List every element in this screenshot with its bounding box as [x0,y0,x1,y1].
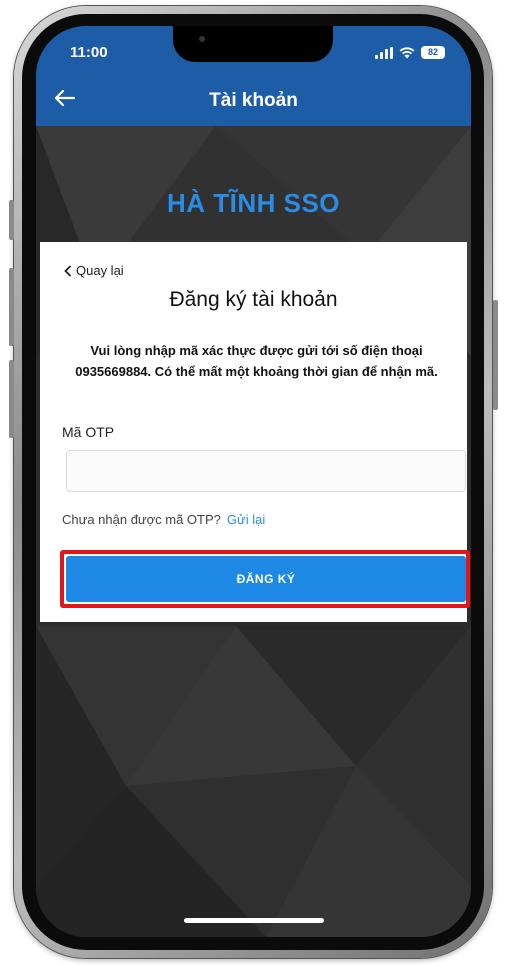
resend-row: Chưa nhận được mã OTP? Gửi lại [62,512,265,527]
signal-icon [375,46,393,59]
resend-prompt: Chưa nhận được mã OTP? [62,512,221,527]
back-link[interactable]: Quay lại [64,263,124,278]
back-link-label: Quay lại [76,263,124,278]
stage: 11:00 82 Tài khoản HÀ TĨNH SSO Quay lại … [0,0,507,965]
notch [173,26,333,62]
wifi-icon [399,46,415,58]
chevron-left-icon [64,264,72,277]
status-icons: 82 [375,46,445,59]
register-button[interactable]: ĐĂNG KÝ [66,556,466,602]
phone-screen: 11:00 82 Tài khoản HÀ TĨNH SSO Quay lại … [36,26,471,937]
page-title: Tài khoản [209,90,298,111]
home-indicator[interactable] [184,918,324,923]
form-title: Đăng ký tài khoản [169,288,338,311]
mute-switch [9,200,14,240]
volume-up-button [9,268,14,346]
camera-icon [199,36,205,42]
resend-link[interactable]: Gửi lại [227,512,265,527]
status-time: 11:00 [70,44,108,61]
app-header: 11:00 82 Tài khoản [36,26,471,126]
brand-title: HÀ TĨNH SSO [166,188,341,218]
register-card: Quay lại Đăng ký tài khoản Vui lòng nhập… [40,242,470,622]
volume-down-button [9,360,14,438]
battery-icon: 82 [421,46,445,59]
otp-input[interactable] [66,450,466,492]
form-description: Vui lòng nhập mã xác thực được gửi tới s… [75,343,438,379]
otp-label: Mã OTP [62,424,115,440]
power-button [493,300,498,410]
